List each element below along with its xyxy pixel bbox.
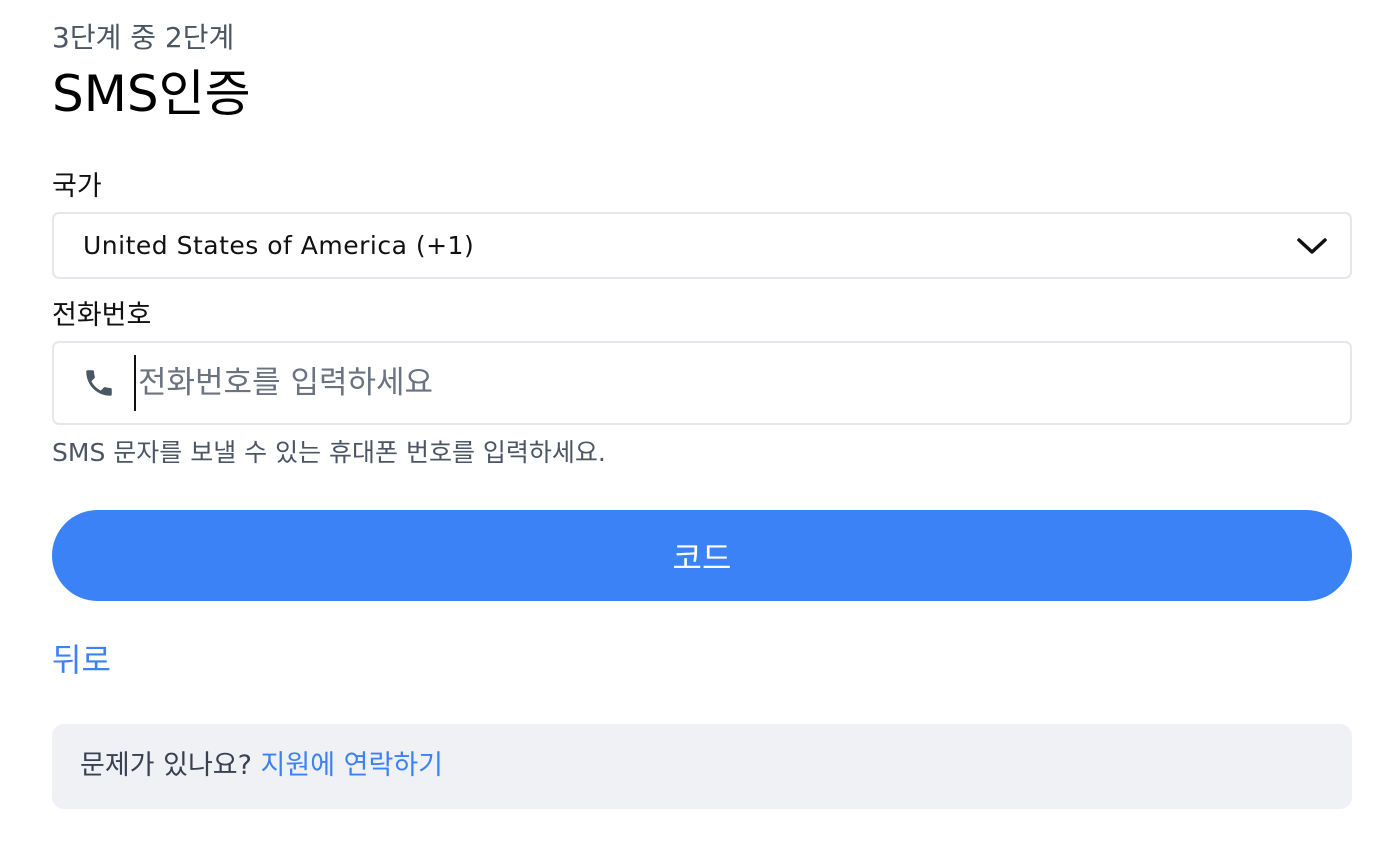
phone-help-text: SMS 문자를 보낼 수 있는 휴대폰 번호를 입력하세요. xyxy=(52,438,606,467)
phone-input[interactable] xyxy=(134,355,1328,411)
phone-field xyxy=(52,341,1352,425)
chevron-down-icon xyxy=(1297,238,1327,254)
country-label: 국가 xyxy=(52,171,102,202)
country-select-value: United States of America (+1) xyxy=(83,231,475,260)
support-question: 문제가 있나요? xyxy=(80,750,252,781)
send-code-button[interactable]: 코드 xyxy=(52,510,1352,601)
phone-icon xyxy=(86,370,112,396)
support-box: 문제가 있나요? 지원에 연락하기 xyxy=(52,724,1352,809)
phone-label: 전화번호 xyxy=(52,300,152,331)
country-select[interactable]: United States of America (+1) xyxy=(52,212,1352,279)
support-text: 문제가 있나요? 지원에 연락하기 xyxy=(80,748,443,784)
back-link[interactable]: 뒤로 xyxy=(52,640,111,680)
page-title: SMS인증 xyxy=(52,65,251,123)
step-indicator: 3단계 중 2단계 xyxy=(52,21,235,54)
contact-support-link[interactable]: 지원에 연락하기 xyxy=(261,750,443,781)
